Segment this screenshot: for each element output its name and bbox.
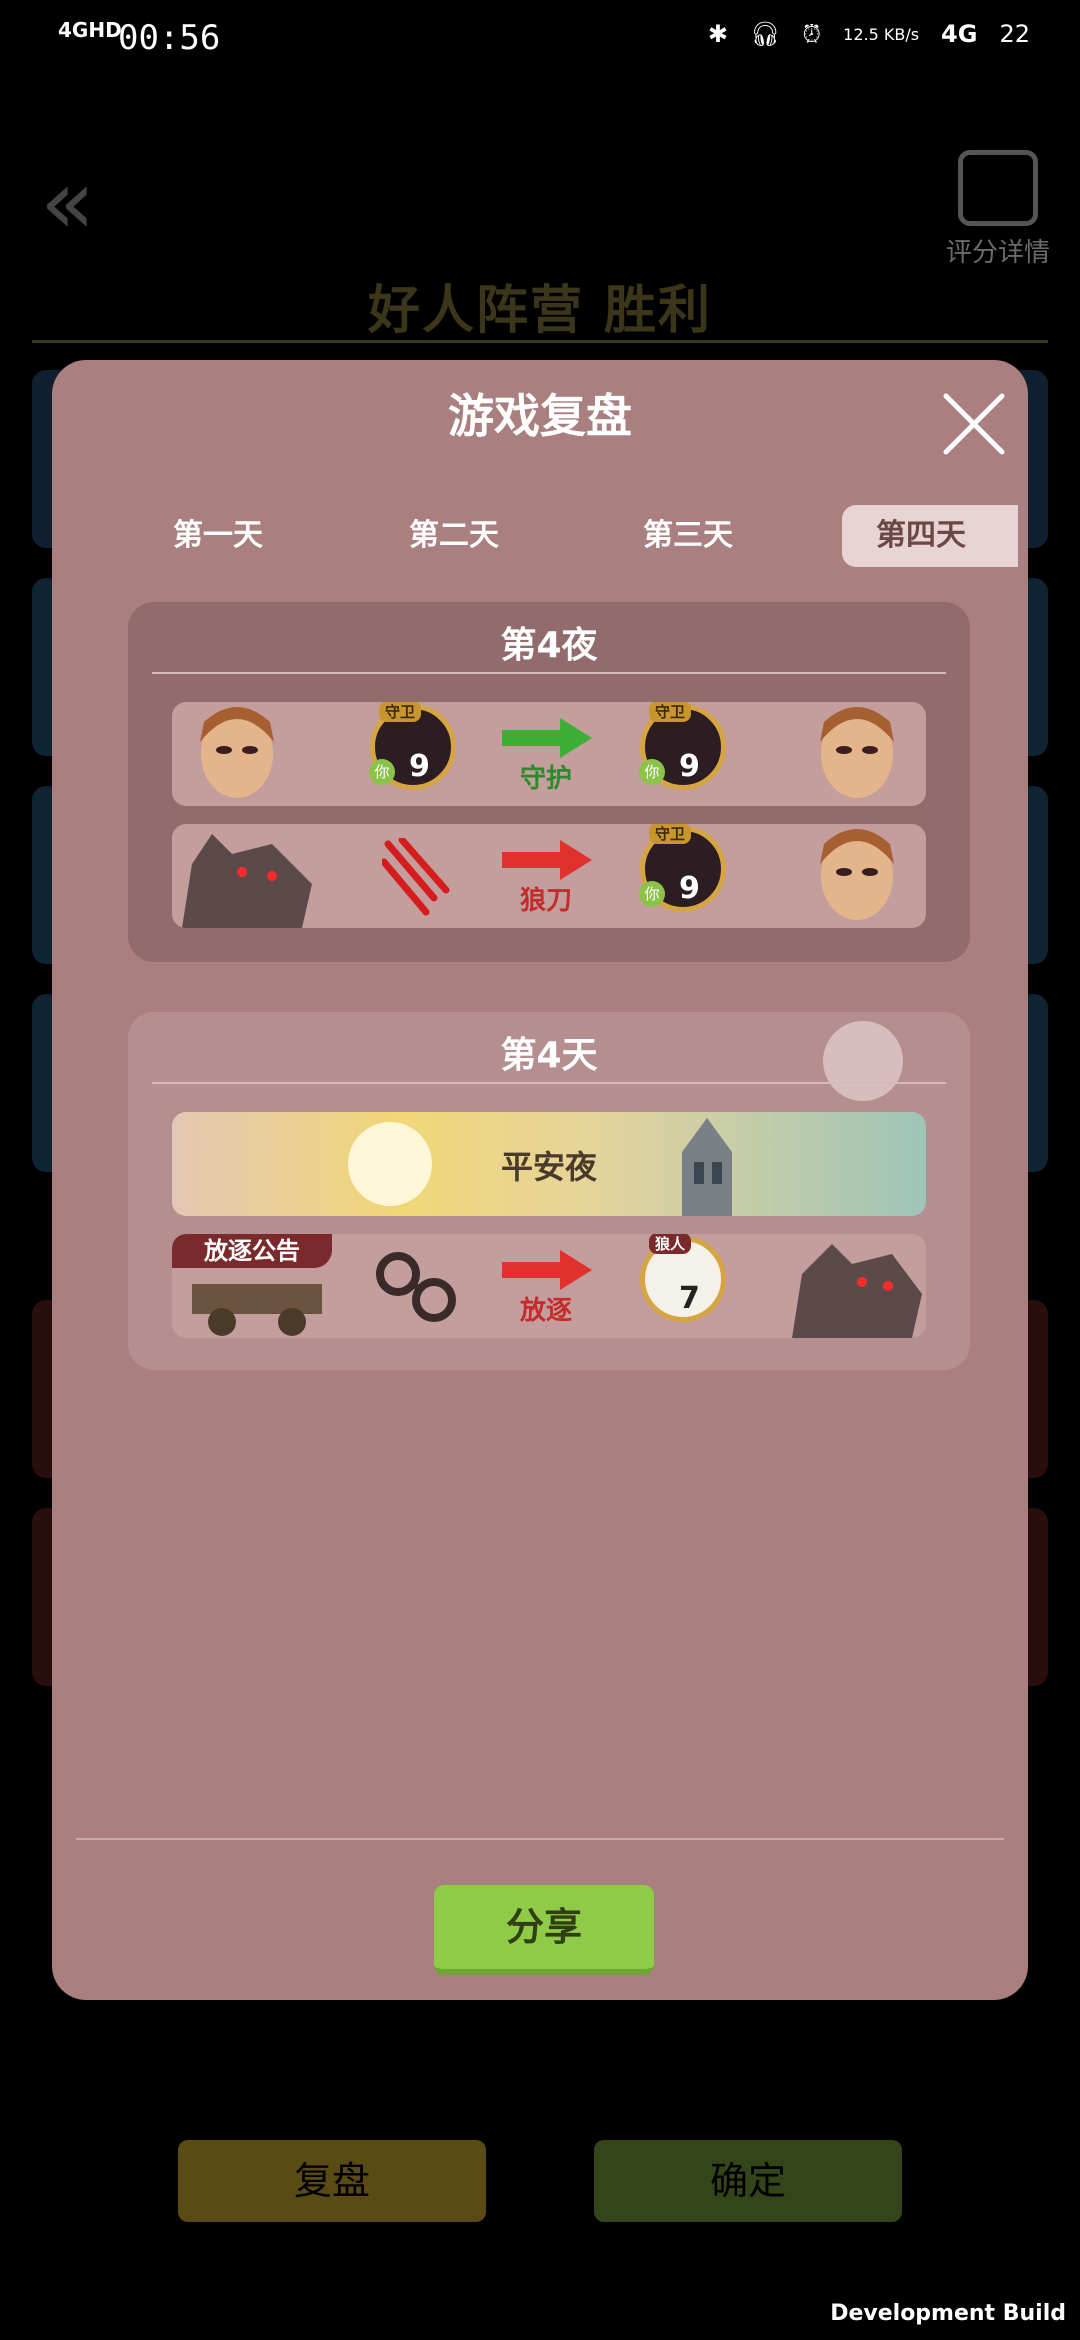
result-title: 好人阵营 胜利 [367,281,713,341]
close-icon[interactable] [934,384,1014,464]
tab-day-1[interactable]: 第一天 [118,505,318,567]
role-badge: 守卫 [649,702,692,722]
arrow-right-icon [502,718,592,758]
back-icon[interactable]: « [40,150,95,255]
you-badge: 你 [369,759,395,785]
divider [76,1838,1004,1840]
modal-title: 游戏复盘 [448,389,632,443]
player-number: 7 [679,1281,700,1316]
share-button[interactable]: 分享 [434,1885,654,1975]
clock: 00:56 [118,18,221,58]
exile-row: 放逐公告 放逐 狼人 7 [172,1234,926,1338]
role-badge: 狼人 [649,1234,692,1254]
tab-day-3[interactable]: 第三天 [588,505,788,567]
player-number: 9 [679,749,700,784]
replay-button[interactable]: 复盘 [178,2140,486,2222]
tab-day-2[interactable]: 第二天 [354,505,554,567]
role-badge: 守卫 [379,702,422,722]
status-bar: 4GHD 00:56 ✱ 🎧︎ ⏰︎ 12.5 KB/s 4G 22 [0,0,1080,80]
handcuffs-icon [376,1252,456,1322]
guard-portrait [182,702,292,806]
arrow-right-icon [502,840,592,880]
divider [32,340,1048,343]
action-label: 放逐 [520,1296,573,1326]
battery-level: 22 [999,20,1030,48]
night-title: 第4夜 [500,625,598,666]
status-icons: ✱ 🎧︎ ⏰︎ 12.5 KB/s 4G 22 [708,20,1030,48]
action-label: 狼刀 [520,886,573,916]
tab-day-4[interactable]: 第四天 [842,505,1018,567]
werewolf-portrait [772,1234,926,1338]
player-avatar[interactable]: 守卫 你 9 [639,702,726,790]
day-section: 第4天 平安夜 放逐公告 放逐 狼人 7 [128,1012,970,1370]
werewolf-portrait [172,824,322,928]
day-title: 第4天 [500,1035,598,1076]
arrow-right-icon [502,1250,592,1290]
network-type: 4G [941,20,978,48]
list-icon [958,150,1038,226]
peaceful-night-banner: 平安夜 [172,1112,926,1216]
confirm-button[interactable]: 确定 [594,2140,902,2222]
game-replay-modal: 游戏复盘 第一天 第二天 第三天 第四天 第4夜 守卫 你 9 守护 守卫 你 [52,360,1028,2000]
divider [152,672,946,674]
event-row-protect: 守卫 你 9 守护 守卫 你 9 [172,702,926,806]
dev-build-label: Development Build [830,2301,1066,2326]
bluetooth-icon: ✱ [707,20,728,48]
player-number: 9 [679,871,700,906]
peaceful-night-label: 平安夜 [500,1148,597,1186]
role-badge: 守卫 [649,824,692,844]
divider [152,1082,946,1084]
signal-indicator: 4GHD [58,18,122,42]
player-avatar[interactable]: 狼人 7 [640,1234,726,1322]
you-badge: 你 [639,881,665,907]
guard-portrait [802,824,912,928]
network-speed: 12.5 KB/s [843,24,920,44]
player-number: 9 [409,749,430,784]
alarm-icon: ⏰︎ [802,20,822,48]
guard-portrait [802,702,912,806]
exile-banner: 放逐公告 [172,1234,332,1268]
player-avatar[interactable]: 守卫 你 9 [369,702,456,790]
player-avatar[interactable]: 守卫 你 9 [639,824,726,912]
score-detail-button[interactable]: 评分详情 [928,150,1068,269]
score-detail-label: 评分详情 [945,238,1050,268]
cart-icon [192,1284,322,1336]
action-label: 守护 [520,764,573,794]
night-section: 第4夜 守卫 你 9 守护 守卫 你 9 狼刀 守卫 你 9 [128,602,970,962]
headphones-icon: 🎧︎ [749,20,781,48]
you-badge: 你 [639,759,665,785]
event-row-wolf-kill: 狼刀 守卫 你 9 [172,824,926,928]
claw-mark-icon [382,838,450,916]
